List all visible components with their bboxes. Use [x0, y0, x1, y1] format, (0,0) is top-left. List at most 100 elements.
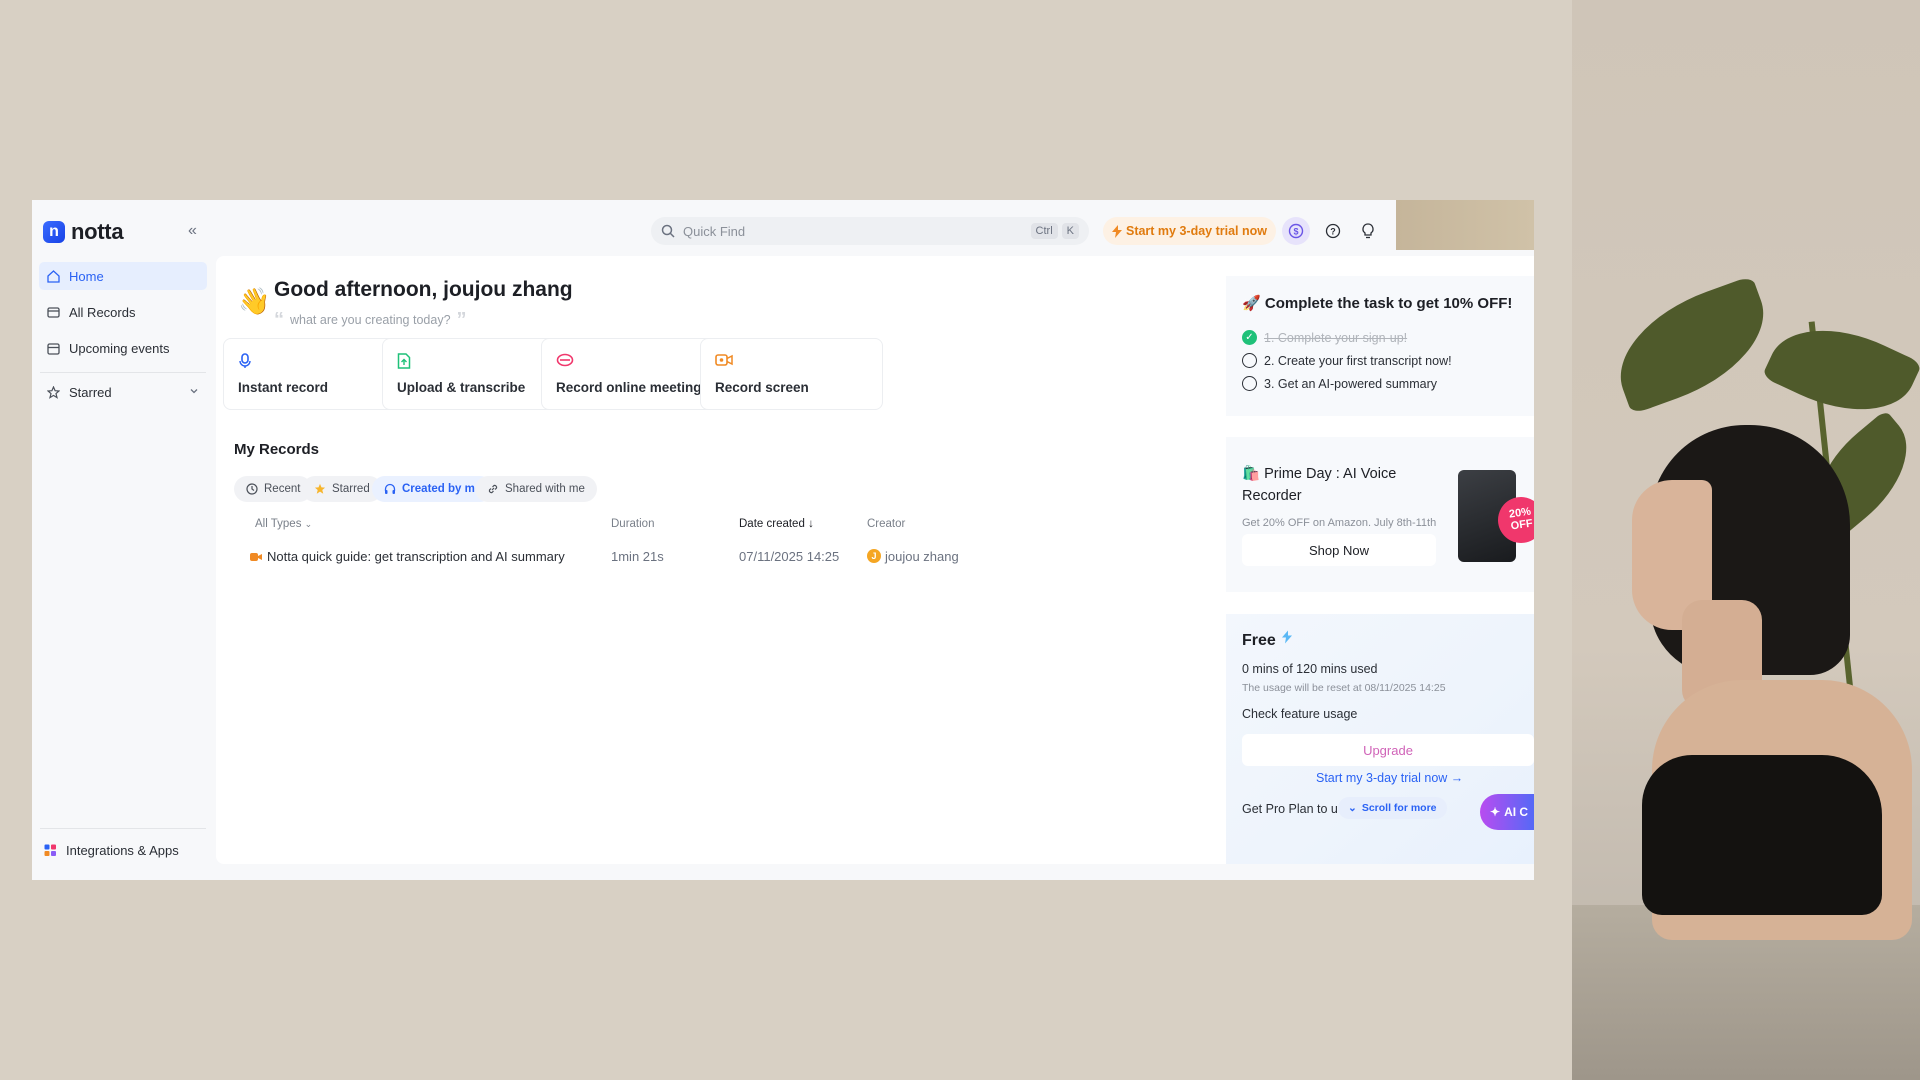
plan-reset-note: The usage will be reset at 08/11/2025 14… — [1242, 682, 1446, 694]
microphone-icon — [239, 353, 251, 368]
waving-hand-icon: 👋 — [238, 286, 271, 316]
upgrade-button[interactable]: Upgrade — [1242, 734, 1534, 766]
record-title[interactable]: Notta quick guide: get transcription and… — [267, 549, 565, 564]
check-feature-usage-link[interactable]: Check feature usage — [1242, 707, 1357, 721]
close-quote-icon: ” — [456, 309, 467, 331]
star-filled-icon — [314, 483, 326, 494]
top-bar: n notta « Quick Find Ctrl K Start my 3-d… — [32, 200, 1534, 256]
headphones-icon — [384, 483, 396, 494]
greeting-subtitle: “ what are you creating today? ” — [274, 310, 467, 330]
record-creator: joujou zhang — [885, 549, 959, 564]
plan-usage: 0 mins of 120 mins used — [1242, 662, 1378, 676]
task-label: 1. Complete your sign-up! — [1264, 330, 1408, 345]
search-placeholder: Quick Find — [683, 223, 746, 239]
star-icon — [47, 385, 60, 399]
integrations-apps-link[interactable]: Integrations & Apps — [44, 843, 179, 858]
action-label: Record screen — [715, 380, 809, 395]
shortcut-ctrl: Ctrl — [1030, 223, 1058, 239]
lightbulb-icon[interactable] — [1354, 217, 1382, 245]
sidebar-item-label: All Records — [69, 304, 136, 320]
chevron-down-icon: ⌄ — [304, 519, 313, 529]
filter-recent[interactable]: Recent — [234, 476, 313, 502]
sidebar-item-home[interactable]: Home — [39, 262, 207, 290]
shop-now-button[interactable]: Shop Now — [1242, 534, 1436, 566]
scroll-label: Scroll for more — [1361, 802, 1437, 814]
action-label: Instant record — [238, 380, 329, 395]
integrations-label: Integrations & Apps — [66, 843, 179, 858]
sidebar-divider — [40, 372, 206, 373]
background-photo — [1572, 0, 1920, 1080]
task-panel: 🚀 Complete the task to get 10% OFF! ✓ 1.… — [1226, 276, 1534, 416]
credits-coin-icon[interactable]: $ — [1282, 217, 1310, 245]
main-content: 👋 Good afternoon, joujou zhang “ what ar… — [216, 256, 1534, 864]
calendar-icon — [47, 342, 60, 355]
meeting-icon — [556, 353, 574, 367]
empty-circle-icon — [1242, 353, 1257, 368]
record-online-meeting-card[interactable]: Record online meeting — [541, 338, 724, 410]
subtitle-text: what are you creating today? — [290, 313, 451, 327]
sort-down-arrow-icon: ↓ — [808, 518, 814, 530]
sidebar-item-label: Upcoming events — [69, 340, 170, 356]
start-trial-button[interactable]: Start my 3-day trial now — [1103, 217, 1276, 245]
photo-leaf — [1601, 275, 1783, 415]
app-window: n notta « Quick Find Ctrl K Start my 3-d… — [32, 200, 1534, 880]
open-quote-icon: “ — [274, 309, 284, 331]
upload-file-icon — [397, 353, 411, 369]
sidebar-item-all-records[interactable]: All Records — [39, 298, 207, 326]
photo-leaf — [1761, 304, 1920, 436]
task-title: 🚀 Complete the task to get 10% OFF! — [1242, 294, 1512, 312]
record-duration: 1min 21s — [611, 549, 664, 564]
sidebar-item-upcoming-events[interactable]: Upcoming events — [39, 334, 207, 362]
apps-grid-icon — [44, 844, 56, 856]
check-circle-icon: ✓ — [1242, 330, 1257, 345]
clock-icon — [246, 483, 258, 495]
collapse-sidebar-icon[interactable]: « — [188, 222, 197, 240]
record-screen-card[interactable]: Record screen — [700, 338, 883, 410]
column-date-label: Date created — [739, 518, 805, 530]
ai-chat-button[interactable]: ✦ AI C — [1480, 794, 1534, 830]
action-label: Record online meeting — [556, 380, 702, 395]
my-records-title: My Records — [234, 441, 320, 458]
shopping-bag-icon: 🛍️ — [1242, 466, 1261, 482]
all-types-label: All Types — [255, 518, 302, 530]
lightning-icon — [1111, 224, 1122, 238]
logo[interactable]: n notta — [43, 219, 124, 245]
help-icon[interactable]: ? — [1319, 217, 1347, 245]
sidebar: Home All Records Upcoming events Starred… — [32, 256, 210, 880]
task-title-text: Complete the task to get 10% OFF! — [1264, 295, 1513, 312]
task-item-transcript[interactable]: 2. Create your first transcript now! — [1242, 353, 1452, 368]
column-creator[interactable]: Creator — [867, 518, 905, 530]
screen-record-icon — [715, 354, 733, 366]
task-item-summary[interactable]: 3. Get an AI-powered summary — [1242, 376, 1437, 391]
promo-title-text: Prime Day : AI Voice Recorder — [1242, 466, 1397, 504]
plan-trial-link[interactable]: Start my 3-day trial now → — [1316, 771, 1463, 785]
column-duration[interactable]: Duration — [611, 518, 654, 530]
lightning-icon — [1282, 630, 1292, 644]
record-date: 07/11/2025 14:25 — [739, 549, 840, 564]
home-icon — [47, 269, 60, 283]
task-label: 3. Get an AI-powered summary — [1264, 376, 1437, 391]
logo-text: notta — [71, 219, 124, 244]
filter-label: Created by me — [402, 483, 482, 495]
quick-find-search[interactable]: Quick Find Ctrl K — [651, 217, 1089, 245]
column-date-created[interactable]: Date created ↓ — [739, 518, 814, 530]
top-right-photo — [1396, 200, 1534, 250]
shortcut-k: K — [1061, 223, 1079, 239]
creator-avatar: J — [867, 549, 881, 563]
promo-subtitle: Get 20% OFF on Amazon. July 8th-11th — [1242, 517, 1437, 529]
action-label: Upload & transcribe — [397, 380, 526, 395]
table-row[interactable]: Notta quick guide: get transcription and… — [234, 540, 1194, 574]
svg-text:?: ? — [1330, 227, 1336, 237]
chevron-down-icon[interactable] — [189, 386, 199, 396]
instant-record-card[interactable]: Instant record — [223, 338, 406, 410]
svg-text:$: $ — [1293, 227, 1298, 237]
ai-label: AI C — [1504, 805, 1529, 819]
filter-shared-with-me[interactable]: Shared with me — [475, 476, 597, 502]
filter-starred[interactable]: Starred — [302, 476, 382, 502]
double-chevron-down-icon: ⌄ — [1348, 802, 1357, 814]
upload-transcribe-card[interactable]: Upload & transcribe — [382, 338, 565, 410]
all-types-dropdown[interactable]: All Types ⌄ — [255, 518, 312, 530]
scroll-for-more-button[interactable]: ⌄ Scroll for more — [1338, 797, 1447, 819]
sidebar-item-starred[interactable]: Starred — [39, 378, 207, 406]
task-item-signup[interactable]: ✓ 1. Complete your sign-up! — [1242, 330, 1407, 345]
